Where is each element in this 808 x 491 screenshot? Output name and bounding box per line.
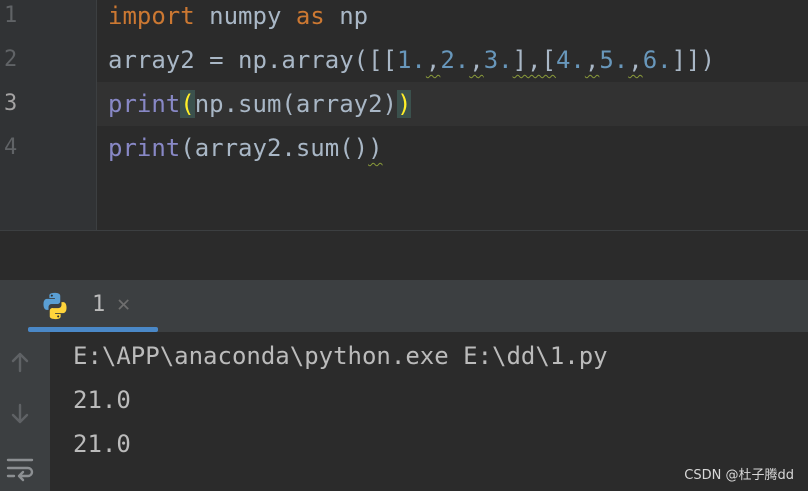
close-icon[interactable]: ✕ xyxy=(117,290,130,320)
console-output-line: 21.0 xyxy=(73,386,131,414)
line-number: 4 xyxy=(4,135,18,160)
code-line-3[interactable]: print(np.sum(array2)) xyxy=(108,82,412,126)
builtin-function: print xyxy=(108,90,181,118)
keyword: import xyxy=(108,2,195,30)
number-literal: 6. xyxy=(642,46,672,74)
code-text: ]]) xyxy=(671,46,715,74)
run-console[interactable]: E:\APP\anaconda\python.exe E:\dd\1.py 21… xyxy=(0,332,808,491)
bracket-warning: ],[ xyxy=(512,46,556,74)
code-line-1[interactable]: import numpy as np xyxy=(108,0,368,38)
line-number-gutter: 1 2 3 4 xyxy=(0,0,97,230)
comma-warning: , xyxy=(425,46,441,74)
arrow-down-icon[interactable] xyxy=(8,402,32,426)
line-number-current: 3 xyxy=(4,91,18,116)
comma-warning: , xyxy=(469,46,484,74)
builtin-function: print xyxy=(108,134,181,162)
code-text: numpy xyxy=(194,2,296,30)
code-text: (array2.sum() xyxy=(180,134,369,162)
number-literal: 3. xyxy=(483,46,513,74)
code-line-2[interactable]: array2 = np.array([[1.,2.,3.],[4.,5.,6.]… xyxy=(108,38,715,82)
code-text: array2 = np.array([[ xyxy=(108,46,397,74)
number-literal: 5. xyxy=(599,46,629,74)
console-output-line: 21.0 xyxy=(73,430,131,458)
panel-divider xyxy=(0,230,808,281)
watermark: CSDN @杜子腾dd xyxy=(684,468,794,483)
bracket-warning: ) xyxy=(368,134,383,162)
python-icon xyxy=(43,292,67,320)
line-number: 1 xyxy=(4,3,18,28)
run-tab-label: 1 xyxy=(92,292,106,317)
line-number: 2 xyxy=(4,47,18,72)
matched-bracket: ( xyxy=(180,90,195,118)
code-text: np.sum(array2) xyxy=(194,90,397,118)
matched-bracket: ) xyxy=(397,90,412,118)
run-tab[interactable]: 1 ✕ xyxy=(14,280,158,332)
comma-warning: , xyxy=(628,46,643,74)
run-tool-window-header: 1 ✕ xyxy=(0,280,808,332)
code-text: np xyxy=(324,2,369,30)
arrow-up-icon[interactable] xyxy=(8,350,32,374)
soft-wrap-icon[interactable] xyxy=(6,456,34,482)
console-output-line: E:\APP\anaconda\python.exe E:\dd\1.py xyxy=(73,342,608,370)
code-line-4[interactable]: print(array2.sum()) xyxy=(108,126,383,170)
number-literal: 2. xyxy=(440,46,470,74)
console-toolbar xyxy=(0,332,50,491)
comma-warning: , xyxy=(584,46,600,74)
number-literal: 4. xyxy=(555,46,585,74)
number-literal: 1. xyxy=(396,46,426,74)
keyword: as xyxy=(295,2,325,30)
code-editor[interactable]: 1 2 3 4 import numpy as np array2 = np.a… xyxy=(0,0,808,230)
